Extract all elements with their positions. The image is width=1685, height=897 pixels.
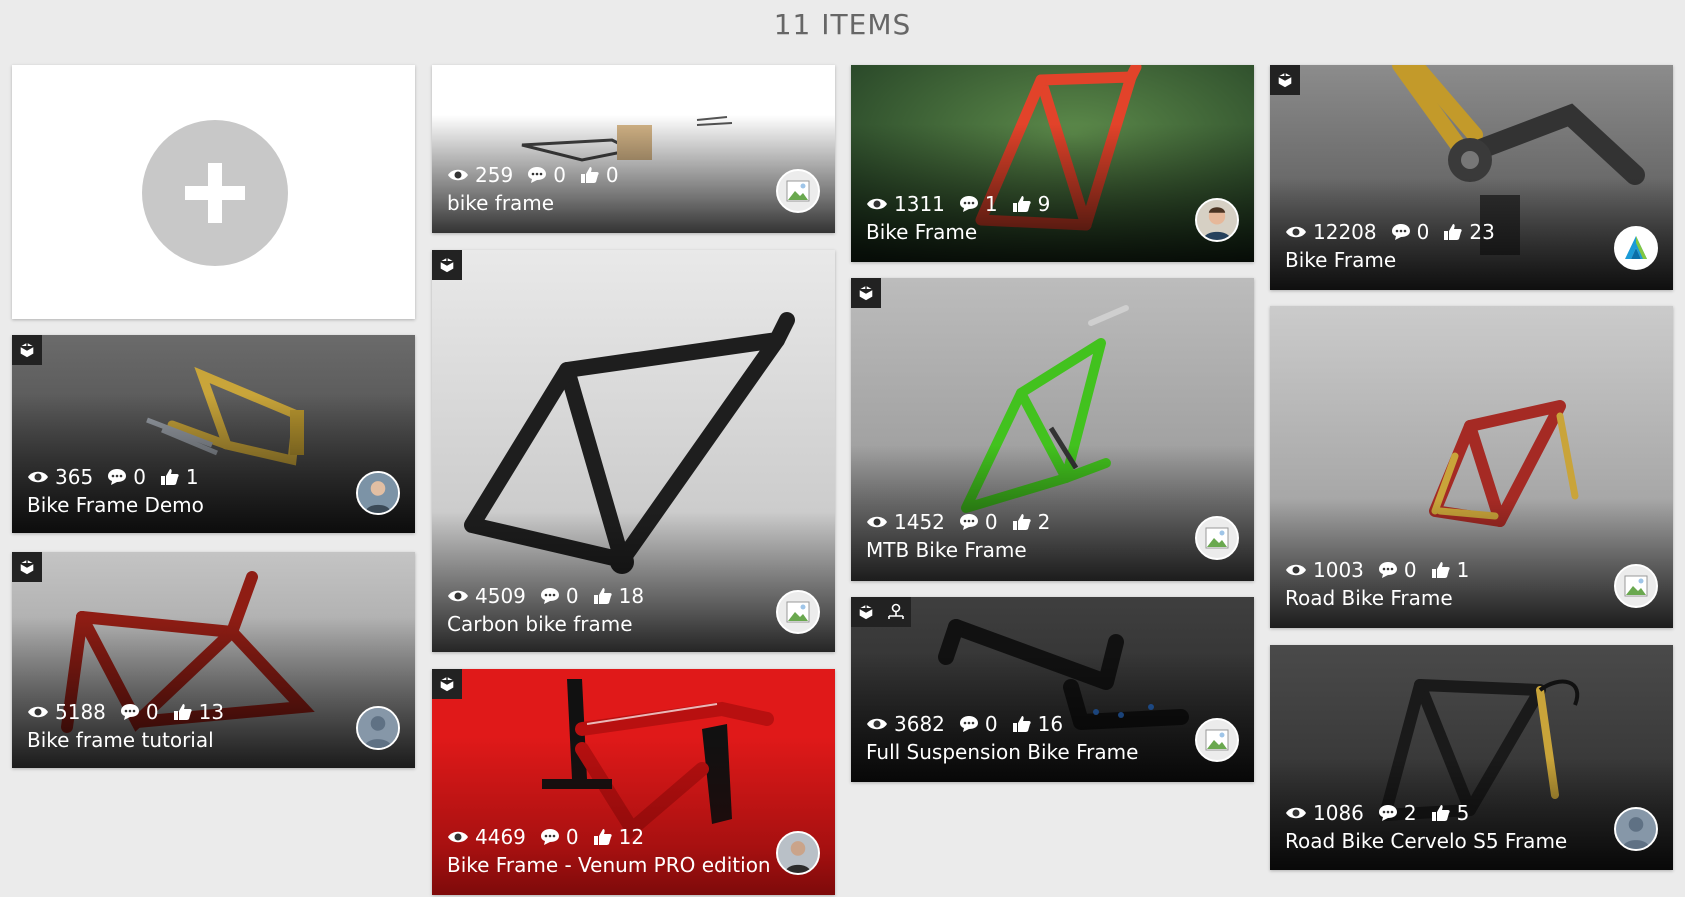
thumbs-up-icon xyxy=(580,167,599,183)
eye-icon xyxy=(1286,564,1306,576)
default-user-icon[interactable] xyxy=(1614,807,1658,851)
placeholder-image-icon[interactable] xyxy=(776,590,820,634)
thumbs-up-icon xyxy=(593,588,612,604)
default-user-icon[interactable] xyxy=(356,706,400,750)
card-stats: 365 0 1 xyxy=(27,465,213,489)
comment-icon xyxy=(959,196,978,212)
card-stats: 5188 0 13 xyxy=(27,700,238,724)
eye-icon xyxy=(448,831,468,843)
model-card[interactable]: 3682 0 16 Full Suspension Bike Frame xyxy=(851,597,1254,782)
placeholder-image-icon[interactable] xyxy=(776,169,820,213)
card-title[interactable]: Bike Frame xyxy=(1285,248,1396,272)
autodesk-logo[interactable] xyxy=(1614,226,1658,270)
comment-icon xyxy=(528,167,547,183)
eye-icon xyxy=(867,718,887,730)
eye-icon xyxy=(1286,226,1306,238)
card-title[interactable]: Road Bike Frame xyxy=(1285,586,1453,610)
comment-icon xyxy=(959,716,978,732)
eye-icon xyxy=(867,198,887,210)
model-card[interactable]: 259 0 0 bike frame xyxy=(432,65,835,233)
thumbs-up-icon xyxy=(173,704,192,720)
thumbs-up-icon xyxy=(160,469,179,485)
thumbs-up-icon xyxy=(1444,224,1463,240)
card-stats: 3682 0 16 xyxy=(866,712,1077,736)
thumbs-up-icon xyxy=(593,829,612,845)
assembly-icon xyxy=(881,597,911,627)
card-stats: 259 0 0 xyxy=(447,163,633,187)
thumbs-up-icon xyxy=(1012,514,1031,530)
thumbs-up-icon xyxy=(1431,562,1450,578)
cube-icon xyxy=(851,278,881,308)
card-title[interactable]: Full Suspension Bike Frame xyxy=(866,740,1138,764)
thumbs-up-icon xyxy=(1431,805,1450,821)
cube-icon xyxy=(12,552,42,582)
eye-icon xyxy=(448,590,468,602)
card-stats: 1452 0 2 xyxy=(866,510,1064,534)
card-stats: 1086 2 5 xyxy=(1285,801,1483,825)
model-card[interactable]: 5188 0 13 Bike frame tutorial xyxy=(12,552,415,768)
card-title[interactable]: Carbon bike frame xyxy=(447,612,633,636)
comment-icon xyxy=(540,829,559,845)
plus-icon[interactable] xyxy=(142,120,288,266)
eye-icon xyxy=(867,516,887,528)
card-title[interactable]: Road Bike Cervelo S5 Frame xyxy=(1285,829,1567,853)
eye-icon xyxy=(1286,807,1306,819)
placeholder-image-icon[interactable] xyxy=(1614,564,1658,608)
add-item-card[interactable] xyxy=(12,65,415,319)
comment-icon xyxy=(1378,805,1397,821)
card-title[interactable]: Bike Frame Demo xyxy=(27,493,204,517)
model-card[interactable]: 1311 1 9 Bike Frame xyxy=(851,65,1254,262)
thumbs-up-icon xyxy=(1012,716,1031,732)
cube-icon xyxy=(1270,65,1300,95)
card-title[interactable]: Bike Frame - Venum PRO edition xyxy=(447,853,771,877)
card-stats: 12208 0 23 xyxy=(1285,220,1509,244)
card-title[interactable]: Bike Frame xyxy=(866,220,977,244)
placeholder-image-icon[interactable] xyxy=(1195,516,1239,560)
thumbs-up-icon xyxy=(1012,196,1031,212)
cube-icon xyxy=(851,597,881,627)
eye-icon xyxy=(28,706,48,718)
page-title: 11 ITEMS xyxy=(773,8,912,41)
model-card[interactable]: 365 0 1 Bike Frame Demo xyxy=(12,335,415,533)
card-title[interactable]: Bike frame tutorial xyxy=(27,728,214,752)
placeholder-image-icon[interactable] xyxy=(1195,718,1239,762)
comment-icon xyxy=(959,514,978,530)
cube-icon xyxy=(432,669,462,699)
comment-icon xyxy=(540,588,559,604)
comment-icon xyxy=(120,704,139,720)
card-title[interactable]: MTB Bike Frame xyxy=(866,538,1027,562)
card-stats: 1311 1 9 xyxy=(866,192,1064,216)
cube-icon xyxy=(12,335,42,365)
card-stats: 1003 0 1 xyxy=(1285,558,1483,582)
model-card[interactable]: 1003 0 1 Road Bike Frame xyxy=(1270,306,1673,628)
card-title[interactable]: bike frame xyxy=(447,191,554,215)
eye-icon xyxy=(28,471,48,483)
model-card[interactable]: 4509 0 18 Carbon bike frame xyxy=(432,250,835,652)
model-card[interactable]: 1452 0 2 MTB Bike Frame xyxy=(851,278,1254,581)
cube-icon xyxy=(432,250,462,280)
comment-icon xyxy=(108,469,127,485)
author-avatar[interactable] xyxy=(776,831,820,875)
model-card[interactable]: 12208 0 23 Bike Frame xyxy=(1270,65,1673,290)
card-stats: 4509 0 18 xyxy=(447,584,658,608)
card-stats: 4469 0 12 xyxy=(447,825,658,849)
author-avatar[interactable] xyxy=(1195,198,1239,242)
author-avatar[interactable] xyxy=(356,471,400,515)
model-card[interactable]: 4469 0 12 Bike Frame - Venum PRO edition xyxy=(432,669,835,895)
comment-icon xyxy=(1391,224,1410,240)
model-card[interactable]: 1086 2 5 Road Bike Cervelo S5 Frame xyxy=(1270,645,1673,870)
eye-icon xyxy=(448,169,468,181)
comment-icon xyxy=(1378,562,1397,578)
